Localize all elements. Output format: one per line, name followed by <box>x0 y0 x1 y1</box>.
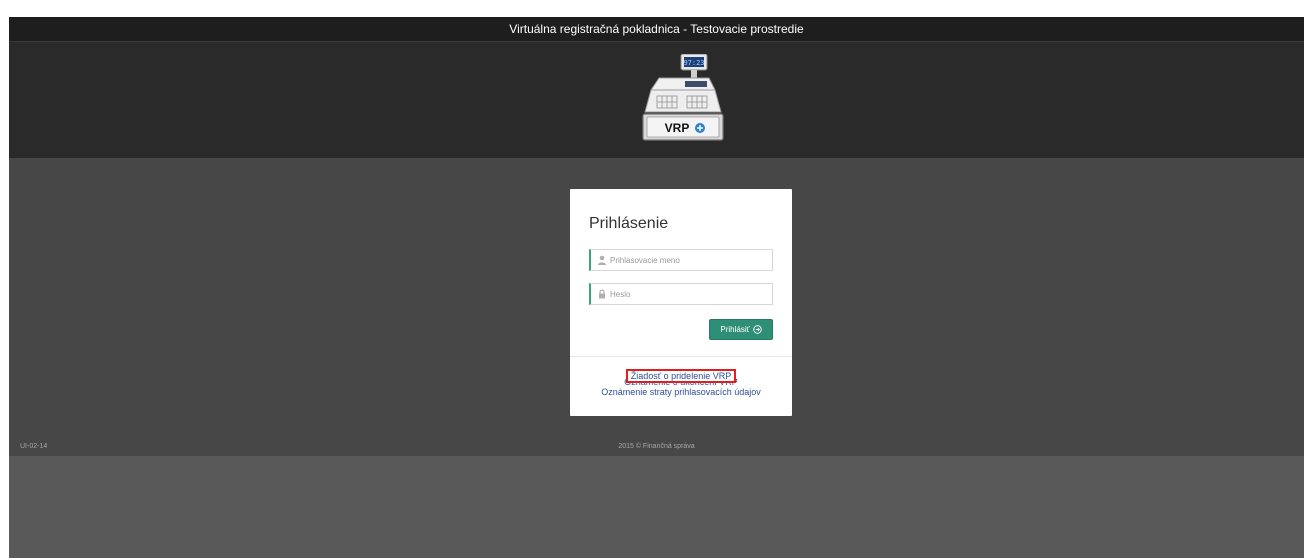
logo-text: VRP <box>665 121 690 135</box>
logo-display-text: 97:23 <box>683 59 704 67</box>
login-button[interactable]: Prihlásiť <box>709 319 773 340</box>
request-vrp-link[interactable]: Žiadosť o pridelenie VRP <box>625 369 737 383</box>
password-field[interactable] <box>589 283 773 305</box>
lost-credentials-link[interactable]: Oznámenie straty prihlasovacích údajov <box>570 387 792 397</box>
login-title: Prihlásenie <box>589 215 669 232</box>
card-divider <box>570 356 792 357</box>
login-card: Prihlásenie Prihlásiť <box>570 189 792 416</box>
password-input[interactable] <box>610 284 770 304</box>
help-links: Žiadosť o pridelenie VRP Oznámenie o uko… <box>570 369 792 397</box>
app-window: Virtuálna registračná pokladnica - Testo… <box>9 17 1304 558</box>
footer: UI-02-14 2015 © Finančná správa <box>9 443 1304 456</box>
header-banner: 97:23 VRP <box>9 42 1304 158</box>
username-field[interactable] <box>589 249 773 271</box>
cash-register-logo: 97:23 VRP <box>642 54 724 141</box>
username-input[interactable] <box>610 250 770 270</box>
page-title: Virtuálna registračná pokladnica - Testo… <box>9 17 1304 42</box>
page-background <box>9 456 1304 558</box>
lock-icon <box>599 289 605 299</box>
main-area: Prihlásenie Prihlásiť <box>9 158 1304 456</box>
user-icon <box>598 255 606 265</box>
login-button-label: Prihlásiť <box>720 325 750 334</box>
copyright: 2015 © Finančná správa <box>618 443 695 450</box>
arrow-circle-right-icon <box>752 325 762 334</box>
